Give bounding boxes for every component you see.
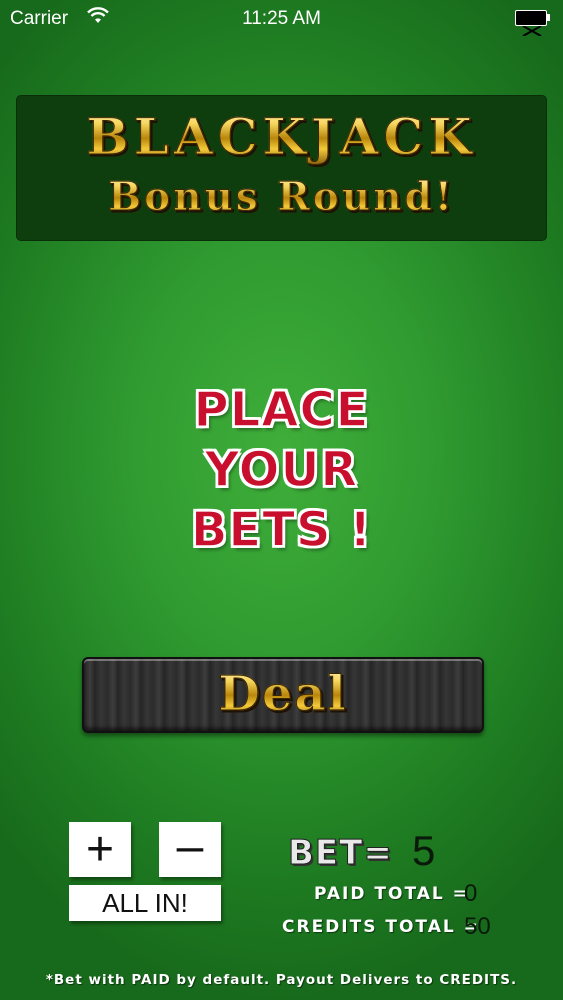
deal-button-label: Deal bbox=[84, 665, 482, 723]
decrease-bet-button[interactable]: – bbox=[159, 822, 221, 877]
prompt-line-2: YOUR bbox=[204, 441, 359, 499]
footer-note: *Bet with PAID by default. Payout Delive… bbox=[45, 972, 518, 988]
deal-button[interactable]: Deal bbox=[82, 657, 484, 733]
prompt-line-3: BETS ! bbox=[190, 501, 373, 559]
bet-value: 5 bbox=[412, 827, 436, 874]
bet-label: BET= bbox=[288, 833, 393, 874]
increase-bet-button[interactable]: + bbox=[69, 822, 131, 877]
title-blackjack: BLACKJACK bbox=[16, 107, 547, 167]
place-your-bets-prompt: PLACE YOUR BETS ! bbox=[0, 380, 563, 560]
title-banner: BLACKJACK Bonus Round! bbox=[16, 95, 547, 241]
credits-total-label: CREDITS TOTAL = bbox=[282, 917, 480, 937]
status-bar: Carrier 11:25 AM bbox=[0, 0, 563, 38]
status-time: 11:25 AM bbox=[242, 8, 321, 29]
paid-total-value: 0 bbox=[464, 880, 478, 907]
all-in-button[interactable]: ALL IN! bbox=[69, 885, 221, 921]
prompt-line-1: PLACE bbox=[193, 381, 370, 439]
credits-total-value: 50 bbox=[464, 913, 491, 940]
battery-icon bbox=[515, 10, 551, 36]
title-bonus-round: Bonus Round! bbox=[16, 173, 547, 221]
paid-total-label: PAID TOTAL = bbox=[314, 884, 469, 904]
